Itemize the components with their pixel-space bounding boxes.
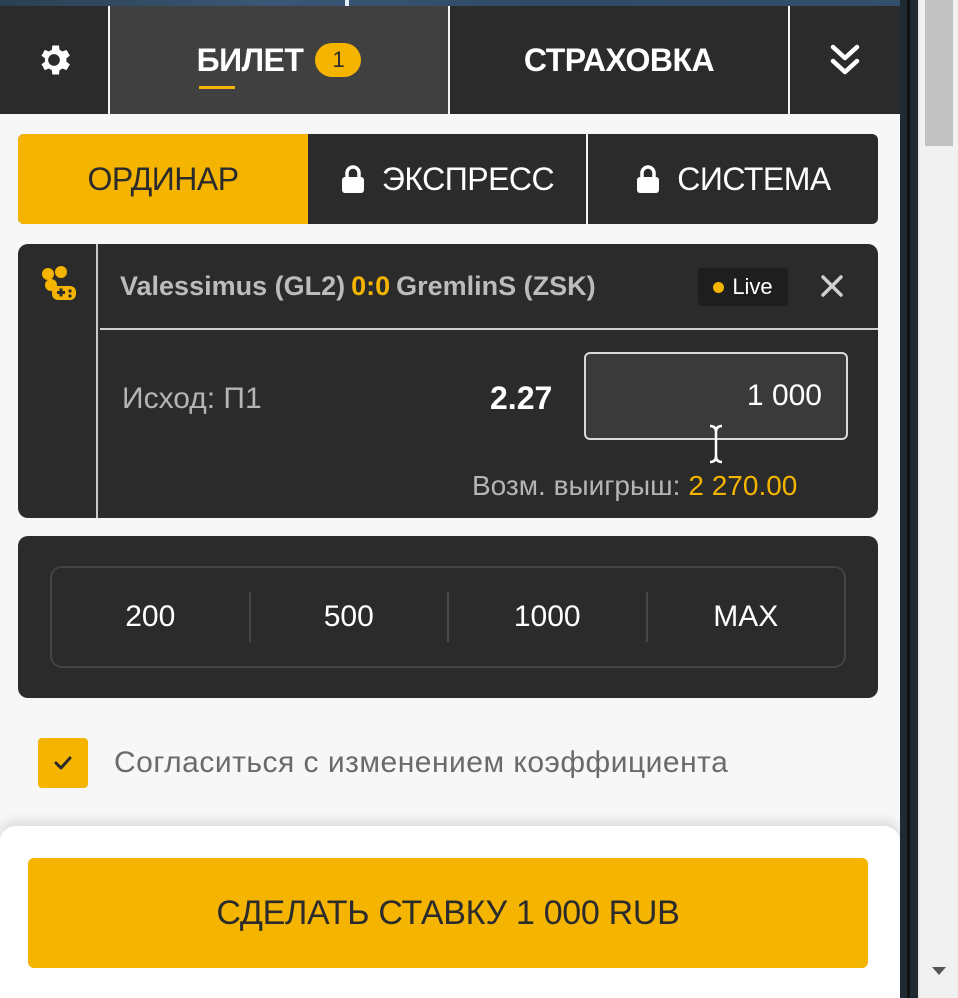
match-name: Valessimus (GL2) 0:0 GremlinS (ZSK) — [120, 271, 596, 302]
live-dot-icon — [713, 281, 725, 293]
page-scrollbar[interactable] — [918, 0, 958, 998]
bet-type-tabs: ОРДИНАР ЭКСПРЕСС СИСТЕМА — [18, 134, 878, 224]
agree-odds-change-checkbox[interactable] — [38, 738, 88, 788]
bet-slip-footer: СДЕЛАТЬ СТАВКУ 1 000 RUB — [0, 826, 900, 998]
checkmark-icon — [54, 756, 72, 770]
text-cursor-icon — [709, 424, 723, 464]
bet-odds: 2.27 — [490, 380, 553, 416]
quick-amount-500[interactable]: 500 — [251, 592, 449, 642]
place-bet-button[interactable]: СДЕЛАТЬ СТАВКУ 1 000 RUB — [28, 858, 868, 968]
tab-single-label: ОРДИНАР — [87, 160, 239, 197]
quick-amount-1000[interactable]: 1000 — [449, 592, 648, 642]
quick-amounts: 200 500 1000 MAX — [50, 566, 846, 668]
tab-system-label: СИСТЕМА — [677, 160, 831, 197]
tab-single[interactable]: ОРДИНАР — [18, 134, 308, 224]
quick-amount-max[interactable]: MAX — [648, 592, 845, 642]
live-label: Live — [732, 274, 773, 299]
bet-card-sidebar — [18, 244, 98, 518]
gear-icon — [41, 45, 70, 75]
scroll-down-arrow-icon[interactable] — [931, 966, 947, 976]
tab-ticket-label: БИЛЕТ — [196, 41, 304, 89]
lock-icon — [341, 165, 364, 193]
match-title-row: Valessimus (GL2) 0:0 GremlinS (ZSK) Live — [100, 244, 878, 330]
double-chevron-down-icon — [830, 44, 860, 75]
live-badge: Live — [698, 268, 788, 306]
tab-ticket[interactable]: БИЛЕТ 1 — [110, 6, 450, 114]
team-1: Valessimus (GL2) — [120, 270, 346, 301]
lock-icon — [637, 165, 660, 193]
team-2: GremlinS (ZSK) — [396, 270, 596, 301]
gamepad-icon — [42, 266, 76, 300]
tab-express-label: ЭКСПРЕСС — [381, 160, 555, 197]
quick-amount-200[interactable]: 200 — [52, 592, 251, 642]
bet-card: Valessimus (GL2) 0:0 GremlinS (ZSK) Live И… — [18, 244, 878, 518]
agree-odds-change-label: Согласиться с изменением коэффициента — [114, 746, 729, 779]
tab-insurance[interactable]: СТРАХОВКА — [450, 6, 790, 114]
possible-win-label: Возм. выигрыш: — [472, 470, 681, 501]
agree-odds-change-row: Согласиться с изменением коэффициента — [38, 738, 728, 788]
bet-slip-panel: БИЛЕТ 1 СТРАХОВКА ОРДИНАР ЭКСПРЕСС СИСТЕ… — [0, 6, 900, 998]
settings-button[interactable] — [0, 6, 110, 114]
scrollbar-thumb[interactable] — [925, 0, 953, 146]
quick-amounts-panel: 200 500 1000 MAX — [18, 536, 878, 698]
window-edge — [900, 0, 918, 998]
tab-insurance-label: СТРАХОВКА — [523, 41, 715, 78]
bet-slip-header: БИЛЕТ 1 СТРАХОВКА — [0, 6, 900, 114]
bet-outcome: Исход: П1 — [122, 382, 262, 415]
match-score: 0:0 — [351, 270, 391, 301]
close-icon[interactable] — [820, 274, 844, 298]
tab-express[interactable]: ЭКСПРЕСС — [308, 134, 588, 224]
tab-system[interactable]: СИСТЕМА — [588, 134, 878, 224]
collapse-button[interactable] — [790, 6, 900, 114]
possible-win: Возм. выигрыш: 2 270.00 — [472, 470, 797, 502]
ticket-count-badge: 1 — [315, 43, 362, 77]
possible-win-value: 2 270.00 — [688, 470, 798, 501]
